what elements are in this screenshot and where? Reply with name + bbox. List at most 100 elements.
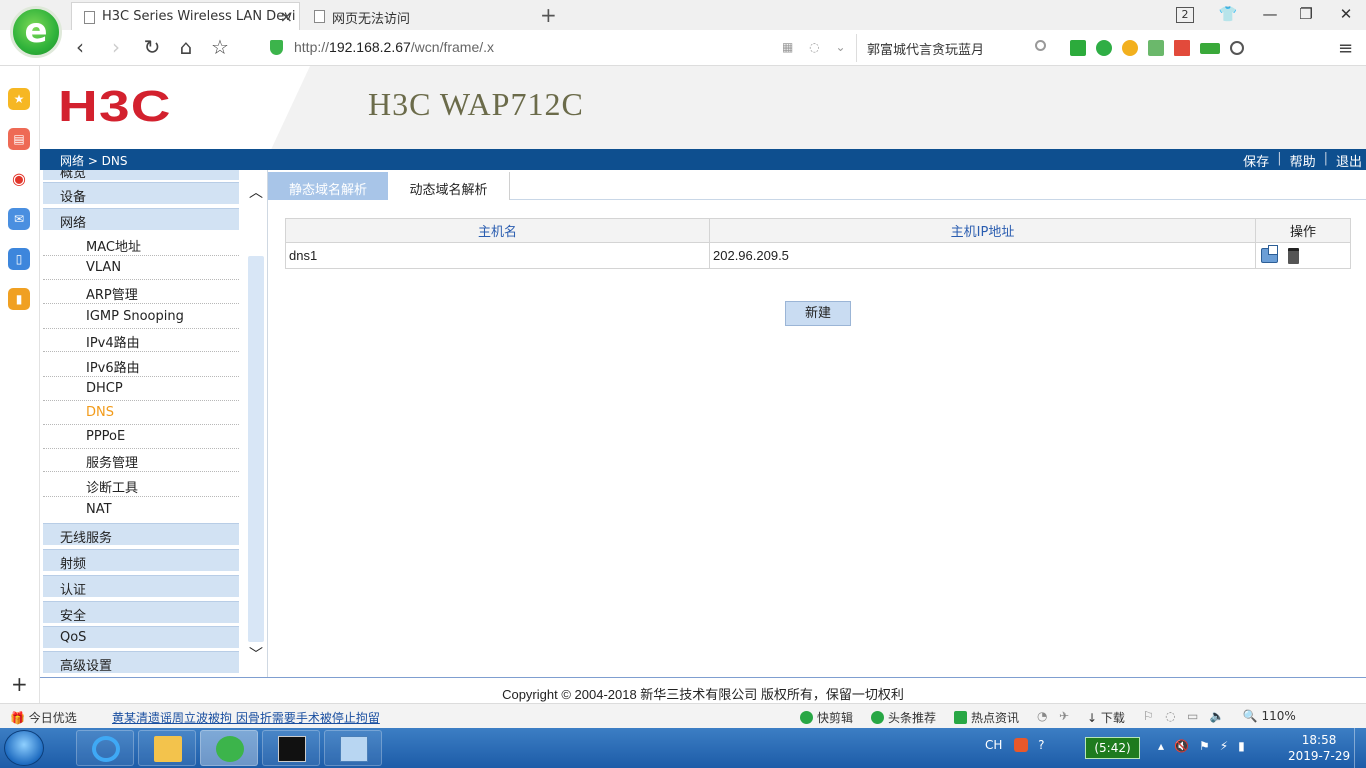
scroll-thumb[interactable] [248, 256, 264, 642]
mail-icon[interactable]: ✉ [8, 208, 30, 230]
skin-icon[interactable]: 👕 [1218, 5, 1238, 23]
tab-error-page[interactable]: 网页无法访问 [302, 2, 522, 30]
nav-sub-ipv6[interactable]: IPv6路由 [43, 353, 239, 377]
forward-icon[interactable]: › [104, 35, 128, 59]
nav-item-qos[interactable]: QoS [43, 626, 239, 648]
news-ticker-link[interactable]: 黄某清遗谣周立波被拘 因骨折需要手术被停止拘留 [112, 709, 380, 726]
close-icon[interactable]: × [280, 7, 293, 26]
address-actions-icons[interactable]: ▦ ◌ ⌄ [782, 40, 852, 54]
refresh-icon[interactable]: ↻ [140, 35, 164, 59]
trash-icon[interactable] [1287, 247, 1299, 264]
chevron-down-icon[interactable]: ﹀ [248, 644, 264, 664]
nav-item-device[interactable]: 设备 [43, 182, 239, 205]
nav-item-auth[interactable]: 认证 [43, 575, 239, 598]
home-icon[interactable]: ⌂ [174, 35, 198, 59]
restore-button[interactable]: ❐ [1296, 5, 1316, 23]
chevron-up-icon[interactable]: ︿ [248, 182, 264, 202]
nav-label: 安全 [60, 609, 87, 624]
new-button[interactable]: 新建 [785, 301, 851, 326]
headlines-button[interactable]: 头条推荐 [871, 709, 936, 726]
notes-icon[interactable]: ▤ [8, 128, 30, 150]
hot-news-button[interactable]: 热点资讯 [954, 709, 1019, 726]
network-taskbar-button[interactable] [324, 730, 382, 766]
edit-icon[interactable] [1261, 245, 1278, 264]
tab-h3c[interactable]: H3C Series Wireless LAN Devi × [71, 2, 300, 30]
nav-item-wireless[interactable]: 无线服务 [43, 523, 239, 546]
translate-icon[interactable] [1096, 40, 1112, 56]
browser-taskbar-button[interactable] [200, 730, 258, 766]
clock[interactable]: 18:58 2019-7-29 [1288, 732, 1350, 764]
nav-sub-mac[interactable]: MAC地址 [43, 232, 239, 256]
undo-icon[interactable] [1230, 41, 1244, 55]
language-indicator[interactable]: CH [985, 738, 1002, 752]
nav-sub-igmp[interactable]: IGMP Snooping [43, 305, 239, 329]
new-tab-button[interactable]: + [540, 3, 557, 27]
nav-item-radio[interactable]: 射频 [43, 549, 239, 572]
add-icon[interactable]: + [11, 672, 28, 696]
today-picks[interactable]: 🎁 今日优选 [10, 709, 77, 726]
zoom-control[interactable]: 🔍 110% [1243, 709, 1296, 726]
tab-count-badge[interactable]: 2 [1176, 7, 1194, 23]
col-host-ip[interactable]: 主机IP地址 [709, 218, 1256, 243]
status-misc-icons[interactable]: ⚐ ◌ ▭ 🔈 [1143, 709, 1225, 726]
status-tools: 快剪辑 头条推荐 热点资讯 ◔ ✈ ↓ 下载 ⚐ ◌ ▭ 🔈 🔍 110% [800, 709, 1296, 726]
scissors-icon[interactable] [1070, 40, 1086, 56]
menu-icon[interactable]: ≡ [1338, 38, 1353, 59]
help-link[interactable]: 帮助 [1290, 151, 1316, 170]
start-button[interactable] [4, 730, 44, 766]
save-link[interactable]: 保存 [1243, 151, 1269, 170]
weibo-icon[interactable]: ◉ [8, 168, 30, 190]
nav-sub-dhcp[interactable]: DHCP [43, 377, 239, 401]
show-desktop-button[interactable] [1354, 728, 1366, 768]
nav-sub-vlan[interactable]: VLAN [43, 256, 239, 280]
back-icon[interactable]: ‹ [68, 35, 92, 59]
battery-ext-icon[interactable] [1200, 42, 1220, 54]
nav-scrollbar[interactable]: ︿ ﹀ [244, 170, 266, 677]
sogou-icon[interactable] [1014, 738, 1029, 752]
nav-item-overview[interactable]: 概览 [43, 170, 239, 181]
tab-label: 动态域名解析 [409, 183, 488, 198]
help-icon[interactable]: ? [1038, 738, 1044, 752]
nav-sub-service[interactable]: 服务管理 [43, 448, 239, 472]
extension-icons [1070, 37, 1244, 59]
nav-sub-arp[interactable]: ARP管理 [43, 280, 239, 304]
system-tray: CH ? [985, 738, 1044, 752]
close-window-button[interactable]: ✕ [1336, 5, 1356, 23]
battery-indicator[interactable]: (5:42) [1085, 737, 1140, 759]
nav-item-advanced[interactable]: 高级设置 [43, 651, 239, 674]
tab-dynamic-dns[interactable]: 动态域名解析 [388, 172, 510, 200]
nav-sub-dns[interactable]: DNS [43, 401, 239, 425]
cmd-taskbar-button[interactable] [262, 730, 320, 766]
shield-money-icon[interactable] [1122, 40, 1138, 56]
search-input[interactable]: 郭富城代言贪玩蓝月 [856, 34, 1052, 62]
favorites-icon[interactable]: ★ [8, 88, 30, 110]
image-icon[interactable] [1148, 40, 1164, 56]
content-tabs: 静态域名解析 动态域名解析 [268, 172, 1366, 200]
minimize-button[interactable]: — [1260, 5, 1280, 23]
toolbar-icons[interactable]: ◔ ✈ [1037, 709, 1069, 726]
play-icon [800, 711, 813, 724]
ie-taskbar-button[interactable] [76, 730, 134, 766]
nav-item-security[interactable]: 安全 [43, 601, 239, 624]
nav-sub-pppoe[interactable]: PPPoE [43, 425, 239, 449]
apps-icon[interactable] [1174, 40, 1190, 56]
col-hostname[interactable]: 主机名 [285, 218, 710, 243]
explorer-taskbar-button[interactable] [138, 730, 196, 766]
tab-static-dns[interactable]: 静态域名解析 [268, 172, 388, 200]
document-icon[interactable]: ▯ [8, 248, 30, 270]
quick-clip-button[interactable]: 快剪辑 [800, 709, 853, 726]
nav-sub-ipv4[interactable]: IPv4路由 [43, 328, 239, 352]
nav-sub-nat[interactable]: NAT [43, 498, 239, 522]
star-icon[interactable]: ☆ [208, 35, 232, 59]
download-button[interactable]: ↓ 下载 [1087, 709, 1125, 726]
network-icon [340, 736, 368, 762]
tray-icons[interactable]: ▴🔇⚑⚡▮ [1158, 739, 1255, 753]
bookmark-icon[interactable]: ▮ [8, 288, 30, 310]
nav-sub-diagnostics[interactable]: 诊断工具 [43, 473, 239, 497]
search-icon[interactable] [1035, 40, 1046, 51]
browser-logo-icon[interactable]: e [10, 6, 62, 58]
nav-item-network[interactable]: 网络 [43, 208, 239, 231]
url-field[interactable]: http://192.168.2.67/wcn/frame/.x [294, 39, 494, 55]
logout-link[interactable]: 退出 [1336, 151, 1362, 170]
windows-taskbar: CH ? (5:42) ▴🔇⚑⚡▮ 18:58 2019-7-29 [0, 728, 1366, 768]
